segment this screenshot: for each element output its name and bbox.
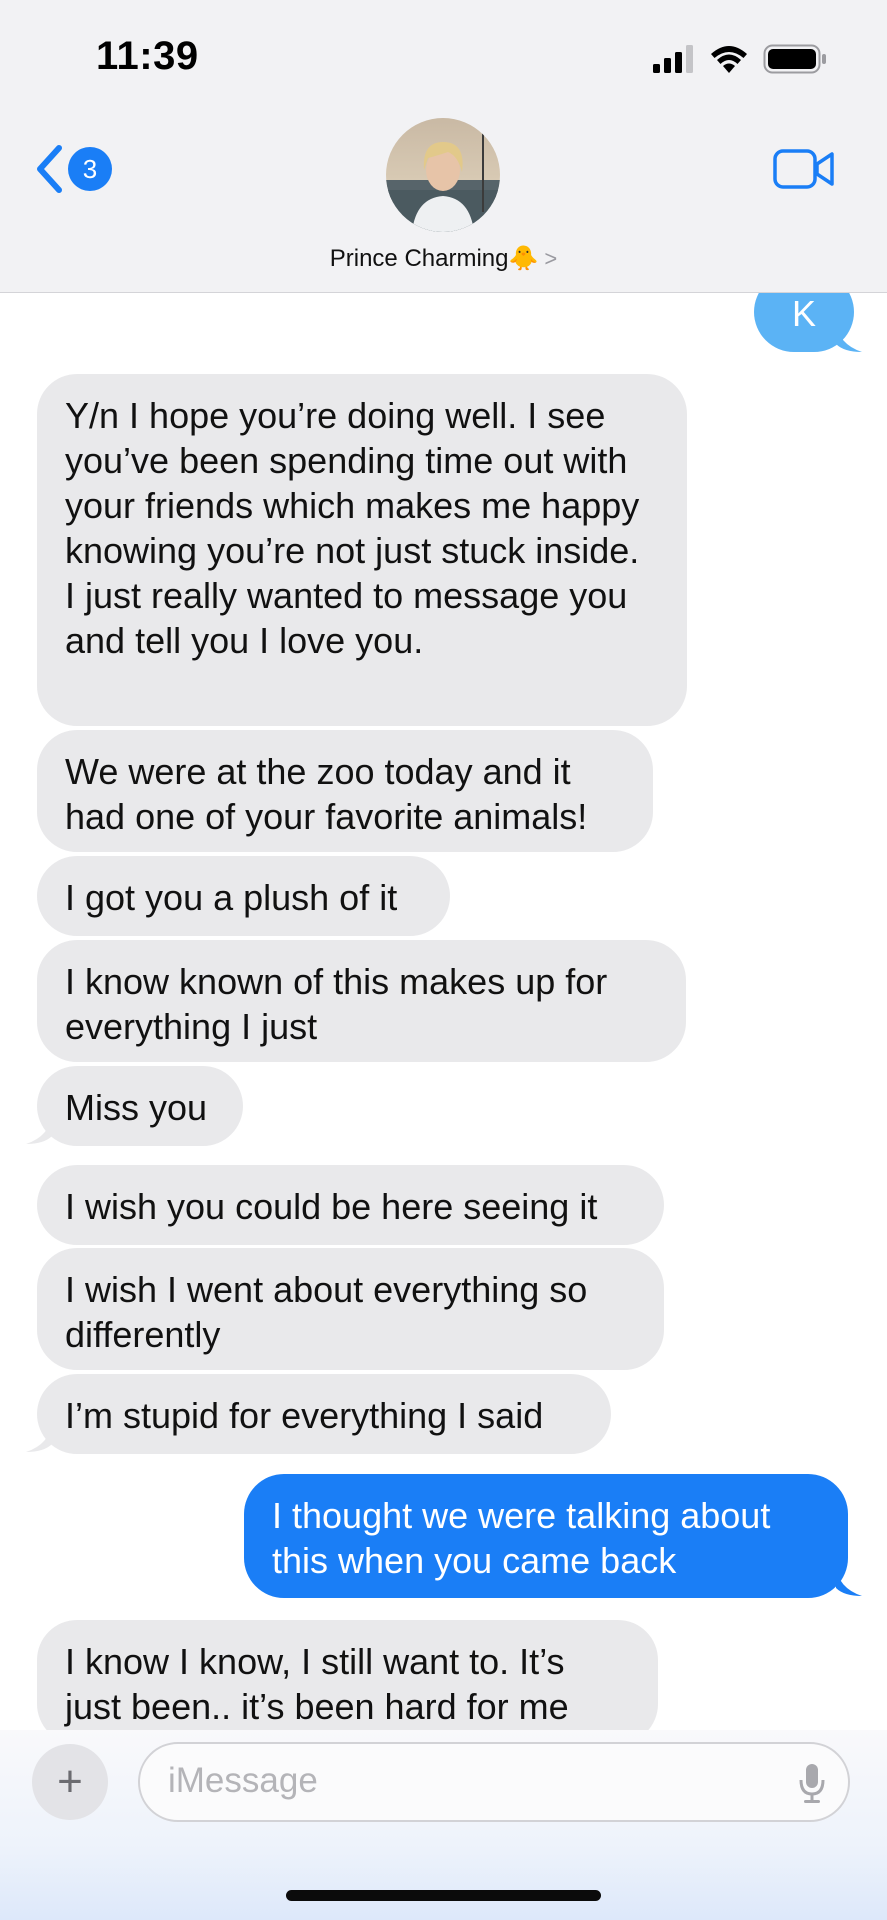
message-bubble-incoming[interactable]: I got you a plush of it bbox=[37, 856, 450, 936]
message-text: We were at the zoo today and it had one … bbox=[65, 751, 588, 837]
video-camera-icon bbox=[773, 149, 834, 189]
contact-photo-icon bbox=[386, 118, 500, 232]
bubble-tail bbox=[26, 1114, 52, 1144]
plus-icon: + bbox=[57, 1757, 83, 1806]
contact-name-text: Prince Charming🐥 bbox=[329, 245, 539, 272]
status-time: 11:39 bbox=[96, 34, 199, 78]
message-bubble-incoming[interactable]: I know known of this makes up for everyt… bbox=[37, 940, 686, 1062]
contact-avatar[interactable] bbox=[386, 118, 500, 232]
bubble-tail bbox=[836, 1566, 862, 1596]
message-text: I thought we were talking about this whe… bbox=[272, 1495, 771, 1581]
contact-name[interactable]: Prince Charming🐥 > bbox=[0, 244, 887, 273]
bubble-tail bbox=[26, 1422, 52, 1452]
message-text: I’m stupid for everything I said bbox=[65, 1395, 544, 1436]
message-text: I got you a plush of it bbox=[65, 877, 398, 918]
microphone-icon[interactable] bbox=[798, 1762, 826, 1804]
apps-plus-button[interactable]: + bbox=[32, 1744, 108, 1820]
imessage-input[interactable]: iMessage bbox=[138, 1742, 850, 1822]
back-button[interactable]: 3 bbox=[34, 144, 112, 194]
message-text: K bbox=[791, 293, 816, 334]
message-bubble-incoming[interactable]: Miss you bbox=[37, 1066, 243, 1146]
message-text: I know known of this makes up for everyt… bbox=[65, 961, 608, 1047]
message-bubble-outgoing[interactable]: I thought we were talking about this whe… bbox=[244, 1474, 848, 1598]
message-text: I wish you could be here seeing it bbox=[65, 1186, 598, 1227]
message-bubble-incoming[interactable]: Y/n I hope you’re doing well. I see you’… bbox=[37, 374, 687, 726]
unread-count-badge: 3 bbox=[68, 147, 112, 191]
bubble-tail bbox=[836, 322, 862, 352]
status-icons bbox=[653, 44, 827, 74]
battery-icon bbox=[763, 44, 826, 74]
message-bubble-incoming[interactable]: I’m stupid for everything I said bbox=[37, 1374, 611, 1454]
wifi-icon bbox=[711, 46, 747, 73]
signal-icon bbox=[653, 45, 693, 73]
message-text: I wish I went about everything so differ… bbox=[65, 1269, 588, 1355]
message-text: Y/n I hope you’re doing well. I see you’… bbox=[65, 395, 640, 661]
input-placeholder: iMessage bbox=[168, 1761, 318, 1800]
chevron-left-icon bbox=[37, 145, 62, 193]
message-bubble-incoming[interactable]: We were at the zoo today and it had one … bbox=[37, 730, 653, 852]
message-text: Miss you bbox=[65, 1087, 208, 1128]
message-text: I know I know, I still want to. It’s jus… bbox=[65, 1641, 569, 1727]
chevron-right-icon: > bbox=[544, 246, 558, 271]
facetime-video-button[interactable] bbox=[773, 148, 835, 195]
message-bubble-incoming[interactable]: I wish I went about everything so differ… bbox=[37, 1248, 664, 1370]
message-bubble-incoming[interactable]: I wish you could be here seeing it bbox=[37, 1165, 664, 1245]
conversation-header: 11:39 3 Prince Charming🐥 > bbox=[0, 0, 887, 293]
home-indicator[interactable] bbox=[286, 1890, 601, 1901]
message-bubble-incoming[interactable]: I know I know, I still want to. It’s jus… bbox=[37, 1620, 658, 1730]
